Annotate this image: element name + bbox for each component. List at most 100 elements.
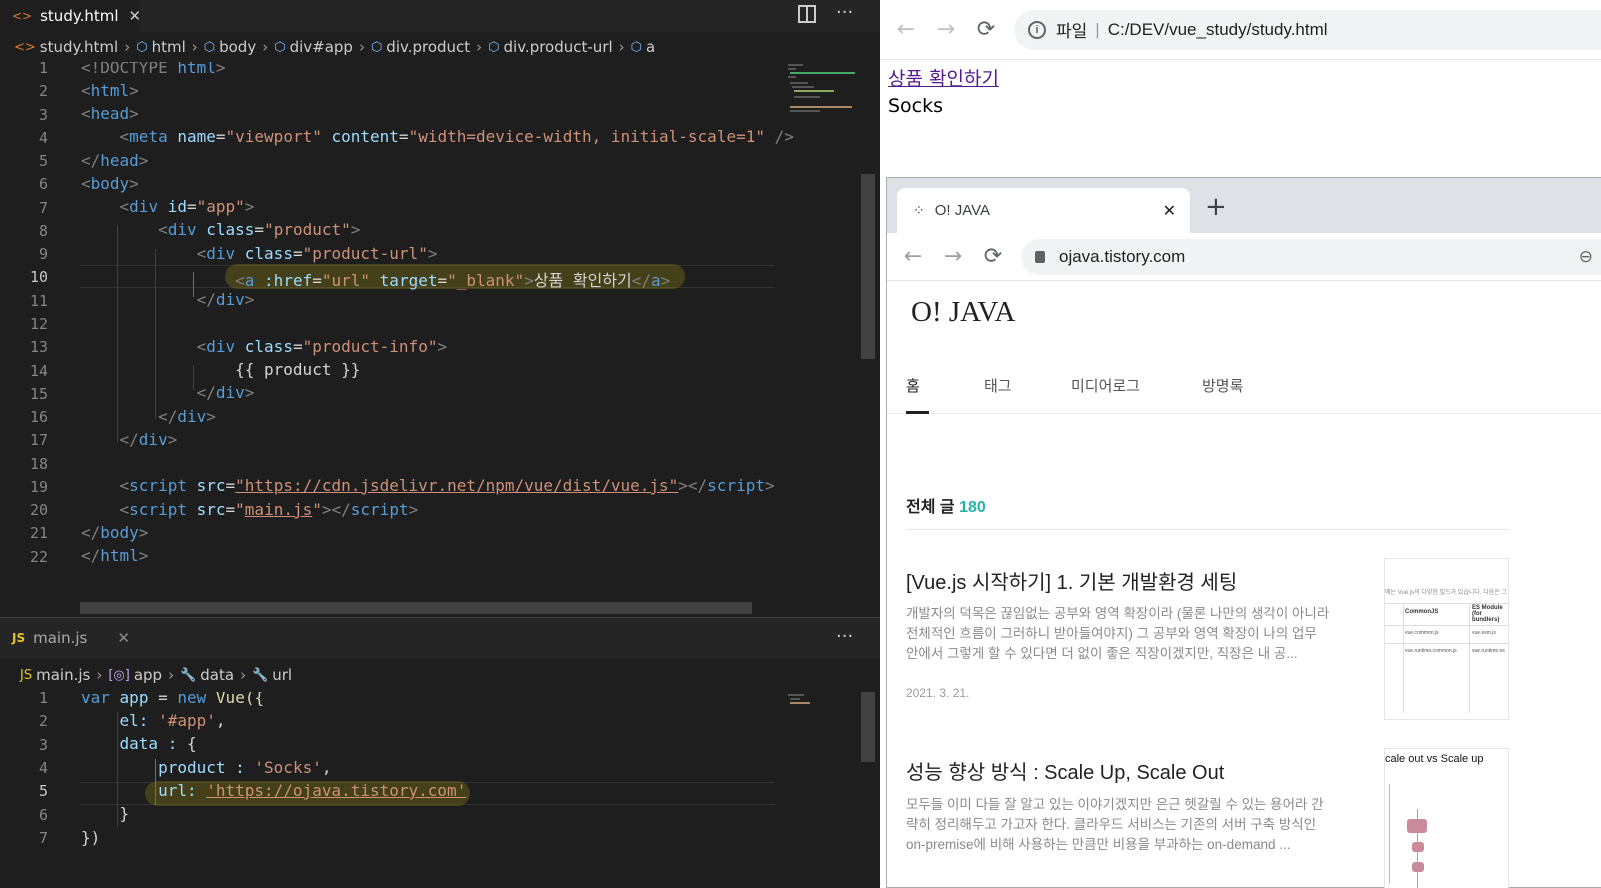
post-thumbnail[interactable]: cale out vs Scale up	[1384, 748, 1509, 888]
element-icon: ⬡	[203, 39, 216, 55]
tab-ojava[interactable]: ⁘ O! JAVA ✕	[897, 188, 1190, 233]
close-icon[interactable]: ✕	[129, 7, 142, 25]
url-text: ojava.tistory.com	[1059, 246, 1186, 266]
breadcrumb-item[interactable]: url	[272, 666, 292, 684]
breadcrumb-item[interactable]: data	[200, 666, 234, 684]
forward-icon[interactable]: →	[926, 17, 966, 42]
vertical-scrollbar[interactable]	[861, 174, 875, 359]
blog-title[interactable]: O! JAVA	[911, 296, 1016, 329]
info-icon[interactable]: i	[1028, 20, 1046, 39]
line-number: 8	[38, 221, 48, 240]
breadcrumb-item[interactable]: div.product	[386, 38, 470, 56]
line-number: 5	[38, 782, 48, 801]
address-bar[interactable]: i 파일 | C:/DEV/vue_study/study.html	[1014, 9, 1601, 50]
blog-nav-item[interactable]: 방명록	[1202, 375, 1243, 396]
code-line-16: </div>	[158, 407, 216, 426]
more-actions-icon[interactable]: ···	[836, 2, 853, 23]
breadcrumb-item[interactable]: study.html	[40, 38, 118, 56]
horizontal-scrollbar[interactable]	[80, 602, 752, 614]
js-line-4: product : 'Socks',	[158, 758, 332, 777]
variable-icon: [◎]	[108, 667, 130, 683]
reload-icon[interactable]: ⟳	[973, 244, 1013, 269]
line-number: 4	[38, 128, 48, 147]
close-icon[interactable]: ✕	[117, 629, 130, 647]
html-file-icon: <>	[14, 39, 36, 55]
zoom-icon[interactable]: ⊖	[1579, 247, 1593, 267]
blog-nav-item[interactable]: 태그	[984, 375, 1012, 396]
editor-tabbar-top: <> study.html ✕ ···	[0, 0, 880, 32]
line-number: 3	[38, 735, 48, 754]
code-line-5: </head>	[81, 151, 149, 170]
line-number: 9	[38, 245, 48, 264]
post-excerpt: 개발자의 덕목은 끊임없는 공부와 영역 확장이라 (물론 나만의 생각이 아니…	[906, 606, 1330, 661]
vertical-scrollbar[interactable]	[861, 692, 875, 762]
js-line-2: el: '#app',	[119, 711, 226, 730]
line-number: 4	[38, 758, 48, 777]
breadcrumb-item[interactable]: div.product-url	[504, 38, 613, 56]
post-title[interactable]: 성능 향상 방식 : Scale Up, Scale Out	[906, 756, 1336, 785]
code-line-17: </div>	[119, 430, 178, 449]
tab-main-js[interactable]: JS main.js ✕	[0, 618, 140, 658]
breadcrumb-item[interactable]: app	[134, 666, 162, 684]
tab-strip: ⁘ O! JAVA ✕ +	[887, 178, 1601, 233]
back-icon[interactable]: ←	[886, 17, 926, 42]
new-tab-icon[interactable]: +	[1205, 192, 1227, 222]
js-file-icon: JS	[12, 631, 26, 645]
post-date: 2021. 3. 21.	[906, 686, 970, 700]
url-text: C:/DEV/vue_study/study.html	[1107, 19, 1328, 39]
code-line-21: </body>	[81, 523, 149, 542]
breadcrumb-item[interactable]: html	[152, 38, 186, 56]
code-line-1: <!DOCTYPE html>	[81, 62, 226, 77]
product-link[interactable]: 상품 확인하기	[888, 68, 999, 90]
post-title[interactable]: [Vue.js 시작하기] 1. 기본 개발환경 세팅	[906, 566, 1336, 595]
chevron-right-icon: ›	[240, 666, 247, 684]
url-separator: |	[1095, 19, 1100, 39]
breadcrumb-item[interactable]: body	[219, 38, 256, 56]
breadcrumb-item[interactable]: div#app	[290, 38, 353, 56]
page-content: 상품 확인하기 Socks	[888, 64, 999, 117]
line-number: 2	[38, 82, 48, 101]
blog-nav-item[interactable]: 홈	[906, 375, 920, 396]
line-number: 17	[29, 431, 48, 450]
line-number: 6	[38, 175, 48, 194]
split-editor-icon[interactable]	[798, 5, 816, 23]
chevron-right-icon: ›	[476, 38, 483, 56]
post-thumbnail[interactable]: 에는 Vue.js의 다양한 빌드가 있습니다. 다음은 그 CommonJS …	[1384, 558, 1509, 720]
breadcrumb-item[interactable]: main.js	[36, 666, 90, 684]
line-number: 10	[29, 268, 48, 287]
minimap[interactable]	[785, 62, 860, 122]
code-line-20: <script src="main.js"></script>	[119, 500, 419, 519]
line-number: 13	[29, 338, 48, 357]
blog-nav-item[interactable]: 미디어로그	[1071, 375, 1140, 396]
chevron-right-icon: ›	[96, 666, 103, 684]
line-number: 12	[29, 314, 48, 333]
tab-label: study.html	[40, 7, 119, 25]
close-icon[interactable]: ✕	[1163, 201, 1176, 221]
forward-icon[interactable]: →	[933, 244, 973, 269]
property-icon: 🔧	[252, 667, 269, 683]
code-line-9: <div class="product-url">	[196, 244, 438, 263]
code-editor: <> study.html ✕ ··· <> study.html › ⬡ html › ⬡…	[0, 0, 880, 888]
editor-group-2: JS main.js ✕ ··· JS main.js › [◎] app › 🔧 data ›…	[0, 617, 880, 888]
back-icon[interactable]: ←	[893, 244, 933, 269]
popup-address-row: ← → ⟳ ojava.tistory.com ⊖	[887, 233, 1601, 281]
line-number: 2	[38, 712, 48, 731]
chevron-right-icon: ›	[358, 38, 365, 56]
breadcrumb-item[interactable]: a	[646, 38, 655, 56]
js-line-3: data : {	[119, 734, 197, 753]
address-bar[interactable]: ojava.tistory.com ⊖	[1021, 238, 1601, 275]
nav-divider	[887, 413, 1601, 414]
reload-icon[interactable]: ⟳	[966, 17, 1006, 42]
line-number: 11	[29, 291, 48, 310]
js-line-7: })	[81, 828, 101, 847]
tistory-favicon-icon: ⁘	[913, 202, 925, 218]
element-icon: ⬡	[274, 39, 286, 55]
html-code-area[interactable]: 1 2 3 4 5 6 7 8 9 10 11 12 13 14 15 16 17 18 19 20 21 22 <!DO…	[0, 62, 880, 617]
tab-study-html[interactable]: <> study.html ✕	[0, 0, 142, 32]
js-code-area[interactable]: 1234567 var app = new Vue({ el: '#app', …	[0, 692, 880, 888]
line-number: 15	[29, 384, 48, 403]
minimap[interactable]	[785, 692, 860, 712]
chevron-right-icon: ›	[124, 38, 131, 56]
more-actions-icon[interactable]: ···	[836, 626, 853, 647]
post-excerpt: 모두들 이미 다들 잘 알고 있는 이야기겠지만 은근 헷갈릴 수 있는 용어라…	[906, 797, 1324, 852]
